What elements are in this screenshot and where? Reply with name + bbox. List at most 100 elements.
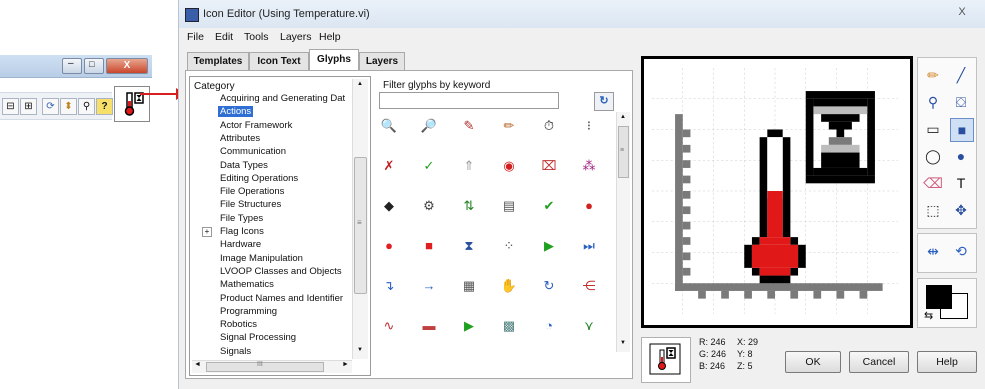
category-item[interactable]: File Structures [220, 199, 281, 210]
tab-layers[interactable]: Layers [359, 52, 405, 70]
tab-templates[interactable]: Templates [187, 52, 249, 70]
dots-icon[interactable]: ⁘ [499, 236, 519, 256]
stop-icon[interactable]: ■ [419, 236, 439, 256]
maximize-button[interactable]: □ [84, 58, 104, 74]
tree-icon[interactable]: ⋲ [579, 276, 599, 296]
play-icon[interactable]: ▶ [459, 316, 479, 336]
menu-edit[interactable]: Edit [215, 31, 233, 43]
rotate-icon[interactable]: ⟲ [950, 240, 972, 262]
category-item[interactable]: Signals [220, 346, 251, 357]
category-item[interactable]: LVOOP Classes and Objects [220, 266, 342, 277]
glyph-scroll-thumb[interactable]: ≡ [618, 126, 629, 178]
hand-icon[interactable]: ✋ [499, 276, 519, 296]
expand-icon[interactable]: + [202, 227, 212, 237]
gear-icon[interactable]: ⚙ [419, 196, 439, 216]
red-dot-icon[interactable]: ● [579, 196, 599, 216]
category-scroll-thumb[interactable]: ≡ [354, 157, 367, 294]
scroll-down-icon[interactable]: ▼ [620, 340, 626, 346]
scroll-down-icon[interactable]: ▼ [357, 347, 363, 353]
arrow-right-icon[interactable]: → [419, 276, 439, 296]
bar-icon[interactable]: ▬ [419, 316, 439, 336]
multi-x-icon[interactable]: ⁂ [579, 156, 599, 176]
menu-file[interactable]: File [187, 31, 204, 43]
record-icon[interactable]: ◉ [499, 156, 519, 176]
category-hscroll-thumb[interactable]: III [206, 361, 324, 372]
stopwatch-icon[interactable]: ⏱ [539, 116, 559, 136]
reject-icon[interactable]: ✗ [379, 156, 399, 176]
help-icon[interactable]: ? [96, 98, 113, 115]
loop-icon[interactable]: ↻ [539, 276, 559, 296]
menu-tools[interactable]: Tools [244, 31, 269, 43]
category-item[interactable]: Flag Icons [220, 226, 264, 237]
category-item[interactable]: Product Names and Identifier [220, 293, 343, 304]
cancel-doc-icon[interactable]: ⌧ [539, 156, 559, 176]
scroll-up-icon[interactable]: ▲ [620, 114, 626, 120]
category-item[interactable]: Signal Processing [220, 332, 296, 343]
text-icon[interactable]: T [950, 172, 972, 194]
line-icon[interactable]: ╱ [950, 64, 972, 86]
scroll-right-icon[interactable]: ► [342, 361, 349, 368]
reorder-icon[interactable]: ⬍ [60, 98, 77, 115]
rectangle-icon[interactable]: ▭ [922, 118, 944, 140]
category-item[interactable]: Editing Operations [220, 173, 298, 184]
category-item[interactable]: Actions [218, 106, 254, 118]
cursor-icon[interactable]: ⁝ [579, 116, 599, 136]
small-check-icon[interactable]: ✔ [539, 196, 559, 216]
align-icon[interactable]: ⊟ [2, 98, 19, 115]
refresh-button[interactable]: ↻ [594, 92, 614, 111]
category-item[interactable]: File Operations [220, 186, 284, 197]
zoom-in-icon[interactable]: 🔎 [419, 116, 439, 136]
color-selector[interactable]: ⇆ [917, 278, 977, 328]
zoom-icon[interactable]: 🔍 [379, 116, 399, 136]
check-icon[interactable]: ✓ [419, 156, 439, 176]
scroll-left-icon[interactable]: ◄ [194, 361, 201, 368]
category-item[interactable]: Acquiring and Generating Dat [220, 93, 345, 104]
category-item[interactable]: Hardware [220, 239, 261, 250]
category-item[interactable]: Mathematics [220, 279, 274, 290]
filled-rectangle-icon[interactable]: ■ [950, 118, 974, 142]
stack-icon[interactable]: ▩ [499, 316, 519, 336]
distribute-icon[interactable]: ⊞ [20, 98, 37, 115]
select-icon[interactable]: ⬚ [922, 199, 944, 221]
dropper-icon[interactable]: ⚲ [922, 91, 944, 113]
category-item[interactable]: Actor Framework [220, 120, 292, 131]
category-item[interactable]: Communication [220, 146, 286, 157]
close-button[interactable]: X [951, 6, 973, 20]
category-item[interactable]: Data Types [220, 160, 268, 171]
resize-icon[interactable]: ⟳ [42, 98, 59, 115]
category-item[interactable]: Image Manipulation [220, 253, 303, 264]
pencil-icon[interactable]: ✏ [922, 64, 944, 86]
menu-help[interactable]: Help [319, 31, 341, 43]
turn-arrow-icon[interactable]: ↴ [379, 276, 399, 296]
close-button[interactable]: X [106, 58, 148, 74]
up-chevrons-icon[interactable]: ⇑ [459, 156, 479, 176]
ellipse-icon[interactable]: ◯ [922, 145, 944, 167]
filled-ellipse-icon[interactable]: ● [950, 145, 972, 167]
next-icon[interactable]: ⏭ [579, 236, 599, 256]
swap-colors-icon[interactable]: ⇆ [924, 309, 933, 322]
fill-bucket-icon[interactable]: ⛋ [950, 91, 972, 113]
category-item[interactable]: File Types [220, 213, 263, 224]
ok-button[interactable]: OK [785, 351, 841, 373]
category-tree[interactable]: Category Acquiring and Generating Dat Act… [189, 76, 371, 376]
graduation-icon[interactable]: ◆ [379, 196, 399, 216]
help-button[interactable]: Help [917, 351, 977, 373]
icon-canvas[interactable] [652, 68, 898, 314]
notes-icon[interactable]: ▦ [459, 276, 479, 296]
foreground-color-swatch[interactable] [926, 285, 952, 309]
menu-layers[interactable]: Layers [280, 31, 312, 43]
category-item[interactable]: Robotics [220, 319, 257, 330]
pen-icon[interactable]: ✎ [459, 116, 479, 136]
run-icon[interactable]: ▶ [539, 236, 559, 256]
pencil-icon[interactable]: ✏ [499, 116, 519, 136]
hourglass-icon[interactable]: ⧗ [459, 236, 479, 256]
merge-icon[interactable]: ⋎ [579, 316, 599, 336]
document-icon[interactable]: ▤ [499, 196, 519, 216]
move-icon[interactable]: ✥ [950, 199, 972, 221]
tab-glyphs[interactable]: Glyphs [309, 49, 359, 71]
timer-icon[interactable]: ◔ [539, 316, 559, 336]
search-icon[interactable]: ⚲ [78, 98, 95, 115]
eraser-icon[interactable]: ⌫ [922, 172, 944, 194]
sort-icon[interactable]: ⇅ [459, 196, 479, 216]
filter-input[interactable] [379, 92, 559, 109]
